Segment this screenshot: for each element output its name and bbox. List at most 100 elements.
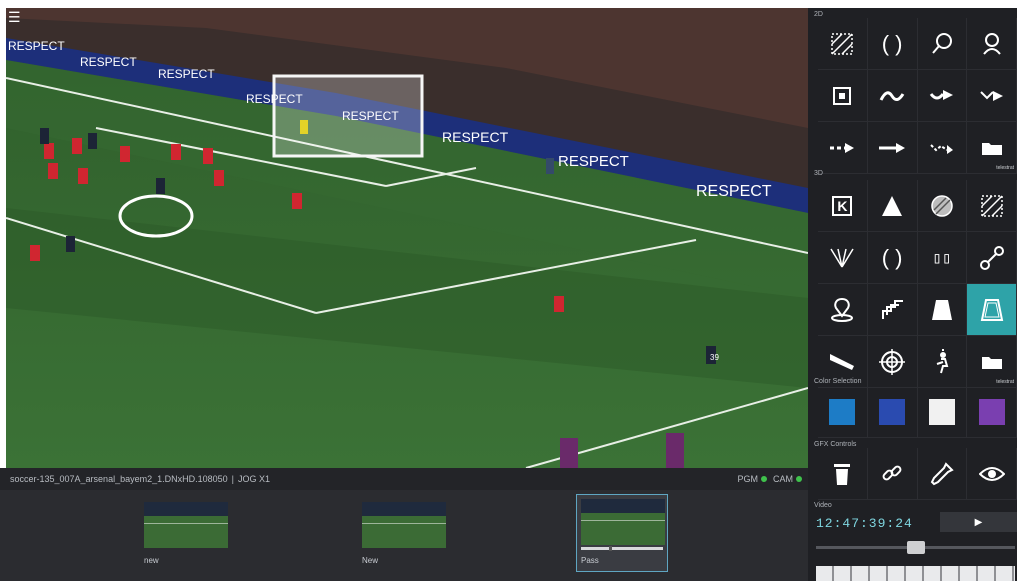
playback-slider[interactable] [816, 541, 1015, 554]
square-dot-icon [833, 86, 852, 105]
hatched-circle-icon [931, 194, 953, 217]
visibility-button[interactable] [967, 448, 1017, 500]
bracket-circle-icon: ( ) [881, 30, 903, 56]
player-search-icon [982, 32, 1001, 55]
dashed-arrow-icon [830, 142, 855, 153]
fan-lines-button[interactable] [818, 232, 868, 284]
delete-button[interactable] [818, 448, 868, 500]
wave-icon [879, 90, 905, 101]
trapezoid-outline-icon [980, 298, 1003, 321]
referee [546, 158, 554, 174]
wave-dual-arrow-button[interactable] [967, 70, 1017, 122]
jersey-number: 39 [710, 353, 719, 362]
chain-link-icon [882, 465, 902, 480]
ad-respect-2: RESPECT [80, 55, 137, 69]
arrow-right-icon [879, 142, 906, 153]
swatch-fill [928, 398, 955, 425]
spotlight-tool-button[interactable] [917, 18, 968, 70]
hamburger-menu-icon[interactable]: ☰ [8, 10, 21, 24]
section-label-gfx: GFX Controls [814, 441, 857, 448]
wave-arrow-button[interactable] [917, 70, 968, 122]
hatched-circle-button[interactable] [917, 180, 968, 232]
k-box-icon: K [832, 195, 853, 216]
play-icon: ▶ [974, 516, 983, 528]
color-swatch-purple[interactable] [967, 386, 1017, 438]
ad-respect-5: RESPECT [342, 109, 399, 123]
stairs-arrow-button[interactable] [867, 284, 918, 336]
stairs-arrow-icon [882, 299, 904, 319]
dashed-arrow-button[interactable] [818, 122, 868, 174]
location-pin-button[interactable] [818, 284, 868, 336]
keyer-button[interactable]: K [818, 180, 868, 232]
clip-label: New [362, 556, 379, 565]
hatched-rect-3d-button[interactable] [967, 180, 1017, 232]
clip-card-new-2[interactable]: New [358, 498, 450, 568]
telestrat-3d-button[interactable]: telestrat [967, 336, 1017, 388]
swatch-fill [829, 398, 856, 425]
wall-outline-button[interactable] [967, 284, 1017, 336]
divider: | [231, 474, 234, 484]
wall-tool-button[interactable] [917, 284, 968, 336]
node-link-icon [979, 245, 1004, 270]
frame-filmstrip[interactable] [816, 566, 1015, 581]
timecode-display: 12:47:39:24 [816, 516, 913, 531]
color-swatch-blue[interactable] [818, 386, 868, 438]
clip-thumbnail [362, 502, 446, 548]
digits-icon: ▯▯ [932, 249, 952, 268]
clip-card-pass[interactable]: Pass [576, 494, 668, 572]
hatched-rect-3d-icon [980, 194, 1003, 217]
clip-card-new[interactable]: new [140, 498, 232, 568]
link-nodes-button[interactable] [967, 232, 1017, 284]
video-viewport[interactable]: RESPECT RESPECT RESPECT RESPECT RESPECT … [6, 8, 808, 468]
circle-3d-button[interactable]: ( ) [867, 232, 918, 284]
rect-area-tool-button[interactable] [818, 18, 868, 70]
jog-speed: JOG X1 [237, 474, 270, 484]
steward-2 [666, 433, 684, 468]
magnifier-icon [932, 32, 952, 54]
ad-respect-7: RESPECT [558, 153, 629, 170]
target-icon [879, 348, 906, 375]
circle-tool-button[interactable]: ( ) [867, 18, 918, 70]
ad-respect-6: RESPECT [442, 129, 509, 145]
curved-dual-arrow-button[interactable] [917, 122, 968, 174]
folder-icon [981, 142, 1002, 155]
link-button[interactable] [867, 448, 918, 500]
player-highlight-button[interactable] [967, 18, 1017, 70]
telestrat-label: telestrat [996, 165, 1014, 171]
cone-tool-button[interactable] [867, 180, 918, 232]
pgm-status-dot [761, 476, 767, 482]
wave-dual-arrow-icon [979, 90, 1003, 101]
section-label-color: Color Selection [814, 378, 862, 385]
arrow-button[interactable] [867, 122, 918, 174]
clip-label: Pass [581, 556, 599, 565]
box-tool-button[interactable] [818, 70, 868, 122]
player-run-button[interactable] [917, 336, 968, 388]
trapezoid-icon [931, 299, 952, 320]
target-tool-button[interactable] [867, 336, 918, 388]
cone-icon [882, 195, 903, 216]
telestrat-2d-button[interactable]: telestrat [967, 122, 1017, 174]
slider-knob[interactable] [906, 541, 925, 554]
wave-arrow-icon [929, 89, 953, 100]
ad-respect-3: RESPECT [158, 67, 215, 81]
hatched-rect-icon [831, 32, 854, 55]
cam-label: CAM [773, 474, 793, 484]
pgm-label: PGM [737, 474, 758, 484]
pgm-indicator: PGM [737, 474, 767, 484]
video-controls: Video 12:47:39:24 ▶ [808, 502, 1017, 581]
graphics-tool-panel: 2D ( ) telestrat 3D K ( ) ▯▯ telestrat C… [808, 8, 1017, 581]
eyedropper-button[interactable] [917, 448, 968, 500]
wave-line-button[interactable] [867, 70, 918, 122]
color-swatch-dark-blue[interactable] [867, 386, 918, 438]
cam-indicator: CAM [773, 474, 802, 484]
app-window: RESPECT RESPECT RESPECT RESPECT RESPECT … [0, 0, 1017, 581]
clip-scrub-bar[interactable] [581, 546, 663, 551]
play-button[interactable]: ▶ [940, 512, 1017, 532]
color-swatch-white[interactable] [917, 386, 968, 438]
soccer-field-frame: RESPECT RESPECT RESPECT RESPECT RESPECT … [6, 8, 808, 468]
distance-button[interactable]: ▯▯ [917, 232, 968, 284]
goalkeeper [300, 120, 308, 134]
trash-icon [834, 463, 851, 485]
ad-respect-8: RESPECT [696, 183, 772, 200]
curved-dual-arrow-icon [930, 143, 953, 154]
